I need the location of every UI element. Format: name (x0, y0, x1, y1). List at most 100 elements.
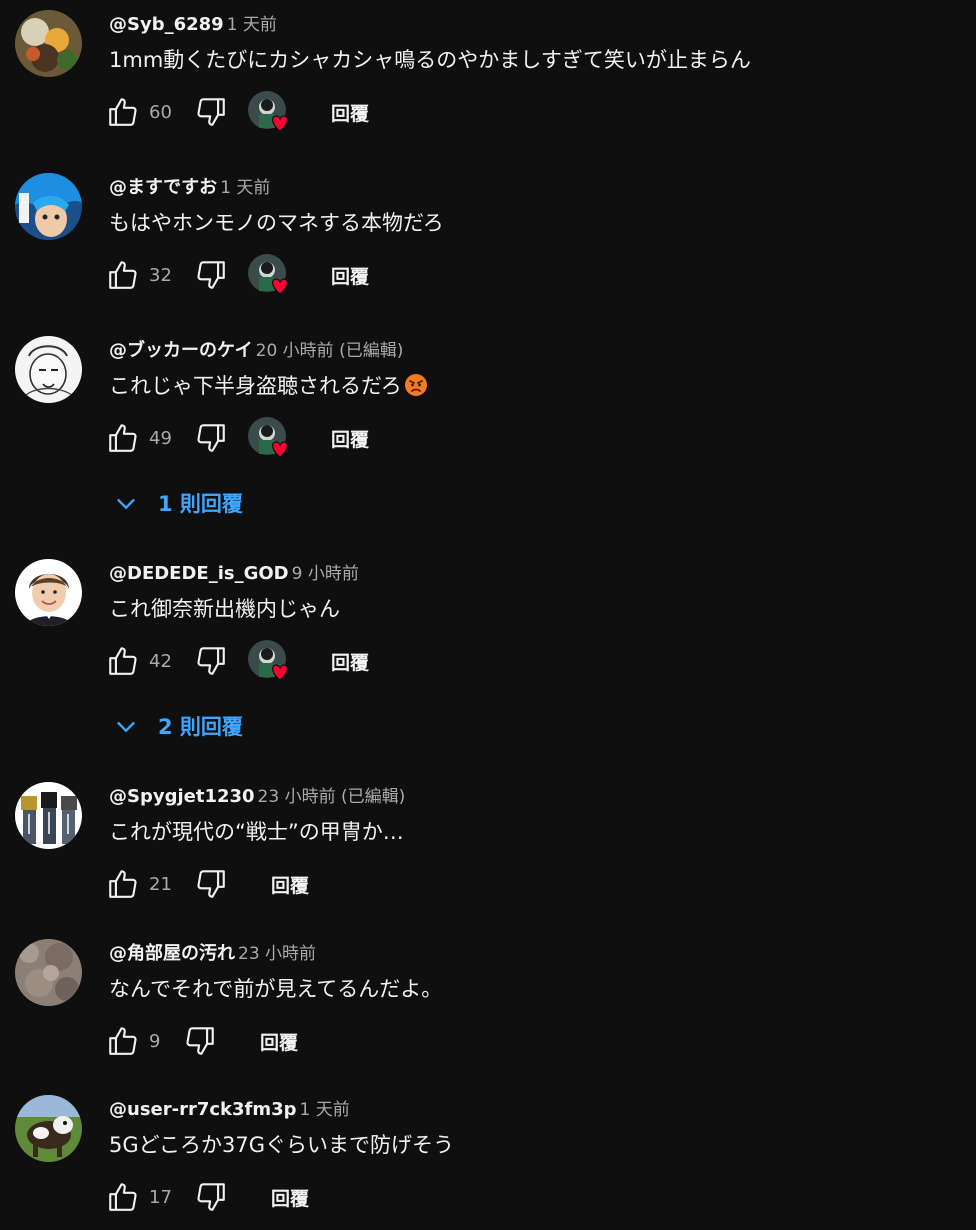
creator-heart-icon (248, 254, 288, 295)
avatar[interactable] (15, 559, 82, 626)
like-button[interactable] (105, 92, 141, 132)
comment-text: もはやホンモノのマネする本物だろ (109, 211, 444, 235)
reply-button[interactable]: 回覆 (331, 255, 369, 295)
thumbs-down-icon (197, 647, 225, 675)
comment-author[interactable]: @Syb_6289 (109, 14, 224, 35)
like-count: 32 (149, 264, 172, 286)
thumbs-down-icon (197, 424, 225, 452)
comment-author[interactable]: @user-rr7ck3fm3p (109, 1099, 297, 1120)
like-button[interactable] (105, 255, 141, 295)
comment-toolbar: 32 回覆 (105, 253, 705, 297)
thumbs-up-icon (109, 424, 137, 452)
thumbs-up-icon (109, 261, 137, 289)
like-count: 17 (149, 1186, 172, 1208)
comment-time[interactable]: 9 小時前 (292, 564, 359, 584)
comment-toolbar: 42 回覆 (105, 639, 705, 683)
comment-text: なんでそれで前が見えてるんだよ。 (109, 977, 443, 1001)
like-button[interactable] (105, 418, 141, 458)
comment-author[interactable]: @ますですお (109, 177, 217, 198)
like-count: 42 (149, 650, 172, 672)
like-count: 49 (149, 427, 172, 449)
avatar[interactable] (15, 1095, 82, 1162)
comment-text: 1mm動くたびにカシャカシャ鳴るのやかましすぎて笑いが止まらん (109, 48, 751, 72)
reply-button[interactable]: 回覆 (331, 418, 369, 458)
thumbs-up-icon (109, 1183, 137, 1211)
reply-button[interactable]: 回覆 (331, 641, 369, 681)
view-replies-button[interactable]: 2 則回覆 (112, 706, 243, 746)
creator-heart-badge (247, 253, 291, 297)
thumbs-down-icon (197, 1183, 225, 1211)
comment-text: これじゃ下半身盗聴されるだろ (109, 372, 428, 400)
dislike-button[interactable] (193, 641, 229, 681)
comment-author[interactable]: @Spygjet1230 (109, 786, 255, 807)
thumbs-up-icon (109, 98, 137, 126)
comment-header: @Spygjet1230 23 小時前 (已編輯) (109, 785, 405, 809)
thumbs-down-icon (197, 870, 225, 898)
chevron-down-icon (117, 498, 135, 510)
like-button[interactable] (105, 1177, 141, 1217)
comment-time[interactable]: 1 天前 (227, 15, 277, 35)
comment-toolbar: 60 回覆 (105, 90, 705, 134)
comment-time[interactable]: 1 天前 (300, 1100, 350, 1120)
like-button[interactable] (105, 864, 141, 904)
dislike-button[interactable] (193, 418, 229, 458)
avatar[interactable] (15, 336, 82, 403)
comment-header: @ますですお 1 天前 (109, 176, 270, 200)
comment-text: 5Gどころか37Gぐらいまで防げそう (109, 1133, 454, 1157)
reply-button[interactable]: 回覆 (331, 92, 369, 132)
creator-heart-badge (247, 416, 291, 460)
chevron-down-icon (117, 721, 135, 733)
thumbs-up-icon (109, 1027, 137, 1055)
dislike-button[interactable] (193, 255, 229, 295)
comment-text: これ御奈新出機内じゃん (109, 597, 340, 621)
creator-heart-badge (247, 639, 291, 683)
creator-heart-badge (247, 90, 291, 134)
comment-header: @Syb_6289 1 天前 (109, 13, 277, 37)
like-count: 60 (149, 101, 172, 123)
avatar[interactable] (15, 173, 82, 240)
comment-time[interactable]: 1 天前 (220, 178, 270, 198)
like-button[interactable] (105, 1021, 141, 1061)
dislike-button[interactable] (182, 1021, 218, 1061)
creator-heart-icon (248, 91, 288, 132)
comment-text-content: これじゃ下半身盗聴されるだろ (109, 374, 402, 398)
comment-time[interactable]: 20 小時前 (已編輯) (256, 341, 404, 361)
like-count: 21 (149, 873, 172, 895)
view-replies-label: 2 則回覆 (158, 715, 243, 739)
reply-button[interactable]: 回覆 (271, 864, 309, 904)
avatar[interactable] (15, 10, 82, 77)
like-button[interactable] (105, 641, 141, 681)
comment-author[interactable]: @角部屋の汚れ (109, 943, 235, 964)
comment-toolbar: 49 回覆 (105, 416, 705, 460)
reply-button[interactable]: 回覆 (260, 1021, 298, 1061)
angry-face-icon (404, 374, 427, 396)
comment-toolbar: 21 回覆 (105, 864, 705, 904)
dislike-button[interactable] (193, 864, 229, 904)
view-replies-button[interactable]: 1 則回覆 (112, 483, 243, 523)
thumbs-down-icon (186, 1027, 214, 1055)
comment-header: @角部屋の汚れ 23 小時前 (109, 942, 316, 966)
avatar[interactable] (15, 939, 82, 1006)
thumbs-up-icon (109, 870, 137, 898)
like-count: 9 (149, 1030, 161, 1052)
comment-author[interactable]: @ブッカーのケイ (109, 340, 253, 361)
comment-author[interactable]: @DEDEDE_is_GOD (109, 563, 289, 584)
reply-button[interactable]: 回覆 (271, 1177, 309, 1217)
comment-time[interactable]: 23 小時前 (238, 944, 316, 964)
creator-heart-icon (248, 417, 288, 458)
creator-heart-icon (248, 640, 288, 681)
comment-toolbar: 9 回覆 (105, 1021, 705, 1061)
avatar[interactable] (15, 782, 82, 849)
thumbs-up-icon (109, 647, 137, 675)
comment-header: @ブッカーのケイ 20 小時前 (已編輯) (109, 339, 403, 363)
thumbs-down-icon (197, 98, 225, 126)
dislike-button[interactable] (193, 1177, 229, 1217)
comment-toolbar: 17 回覆 (105, 1177, 705, 1217)
comment-header: @user-rr7ck3fm3p 1 天前 (109, 1098, 350, 1122)
view-replies-label: 1 則回覆 (158, 492, 243, 516)
comment-time[interactable]: 23 小時前 (已編輯) (258, 787, 406, 807)
dislike-button[interactable] (193, 92, 229, 132)
comment-text: これが現代の“戦士”の甲冑か… (109, 820, 404, 844)
thumbs-down-icon (197, 261, 225, 289)
comment-header: @DEDEDE_is_GOD 9 小時前 (109, 562, 359, 586)
